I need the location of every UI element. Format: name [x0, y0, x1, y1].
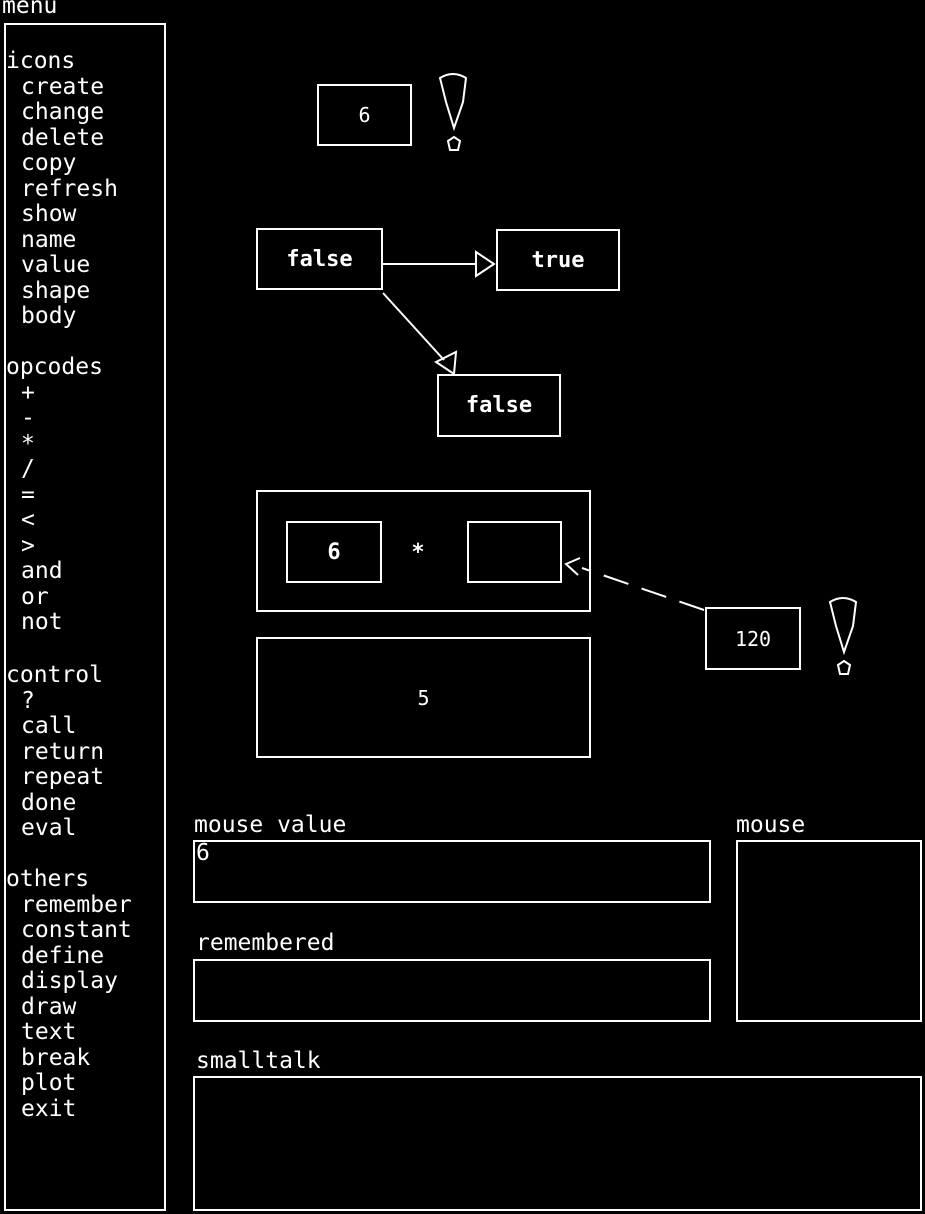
mouse-value-field[interactable]: 6 — [193, 840, 711, 903]
mouse-label: mouse — [736, 812, 806, 838]
arrow-line-dashed — [581, 567, 705, 611]
icon-120[interactable]: 120 — [705, 607, 801, 670]
icon-true[interactable]: true — [496, 229, 620, 291]
icon-five[interactable]: 5 — [256, 637, 591, 758]
remembered-label: remembered — [196, 930, 335, 956]
remembered-field[interactable] — [193, 959, 711, 1022]
icon-false-target[interactable]: false — [437, 374, 561, 437]
icon-six-top[interactable]: 6 — [317, 84, 412, 146]
mouse-value-label: mouse value — [194, 812, 347, 838]
expression-operator: * — [411, 539, 425, 565]
mouse-value-text: 6 — [196, 840, 210, 866]
expression-left-operand[interactable]: 6 — [286, 521, 382, 583]
arrow-line-false-false — [382, 292, 445, 361]
exclamation-icon — [828, 597, 858, 675]
expression-right-operand[interactable] — [467, 521, 562, 583]
mouse-panel[interactable] — [736, 840, 922, 1022]
exclamation-icon — [438, 73, 468, 151]
smalltalk-field[interactable] — [193, 1076, 922, 1211]
smalltalk-label: smalltalk — [196, 1048, 321, 1074]
arrow-icon — [475, 250, 496, 278]
icon-false-source[interactable]: false — [256, 228, 383, 290]
expression-box[interactable]: 6 * — [256, 490, 591, 612]
